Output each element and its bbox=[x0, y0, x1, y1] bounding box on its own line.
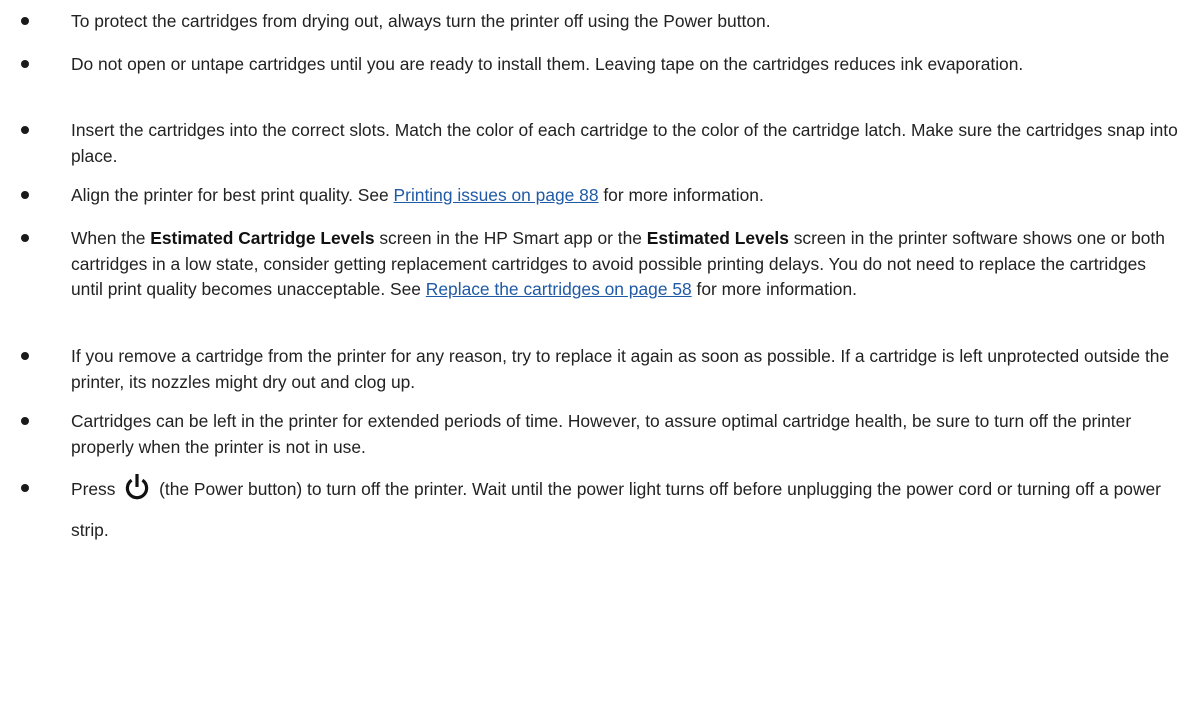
tip-text: Cartridges can be left in the printer fo… bbox=[71, 411, 1132, 457]
bullet-icon bbox=[21, 191, 29, 199]
tip-text: To protect the cartridges from drying ou… bbox=[71, 11, 771, 31]
estimated-cartridge-levels-label: Estimated Cartridge Levels bbox=[150, 228, 375, 248]
bullet-icon bbox=[21, 484, 29, 492]
printing-issues-link[interactable]: Printing issues on page 88 bbox=[394, 185, 599, 205]
tip-text-segment: (the Power button) to turn off the print… bbox=[71, 479, 1161, 540]
tip-text: When the Estimated Cartridge Levels scre… bbox=[71, 226, 1181, 303]
tip-text: Press (the Power button) to turn off the… bbox=[71, 472, 1181, 547]
estimated-levels-label: Estimated Levels bbox=[646, 228, 789, 248]
tip-text: Do not open or untape cartridges until y… bbox=[71, 54, 1024, 74]
tip-text-segment: screen in the HP Smart app or the bbox=[374, 228, 647, 248]
tip-text-segment: for more information. bbox=[598, 185, 764, 205]
bullet-icon bbox=[21, 60, 29, 68]
bullet-icon bbox=[21, 234, 29, 242]
replace-cartridges-link[interactable]: Replace the cartridges on page 58 bbox=[426, 279, 692, 299]
tip-text: Align the printer for best print quality… bbox=[71, 183, 1181, 209]
tip-text-segment: Press bbox=[71, 479, 121, 499]
bullet-icon bbox=[21, 352, 29, 360]
power-icon bbox=[122, 472, 152, 513]
tip-text-segment: Align the printer for best print quality… bbox=[71, 185, 394, 205]
tip-text-segment: for more information. bbox=[691, 279, 857, 299]
tip-text: Insert the cartridges into the correct s… bbox=[71, 120, 1178, 166]
bullet-icon bbox=[21, 417, 29, 425]
bullet-icon bbox=[21, 17, 29, 25]
tip-text: If you remove a cartridge from the print… bbox=[71, 346, 1170, 392]
bullet-icon bbox=[21, 126, 29, 134]
tip-text-segment: When the bbox=[71, 228, 151, 248]
